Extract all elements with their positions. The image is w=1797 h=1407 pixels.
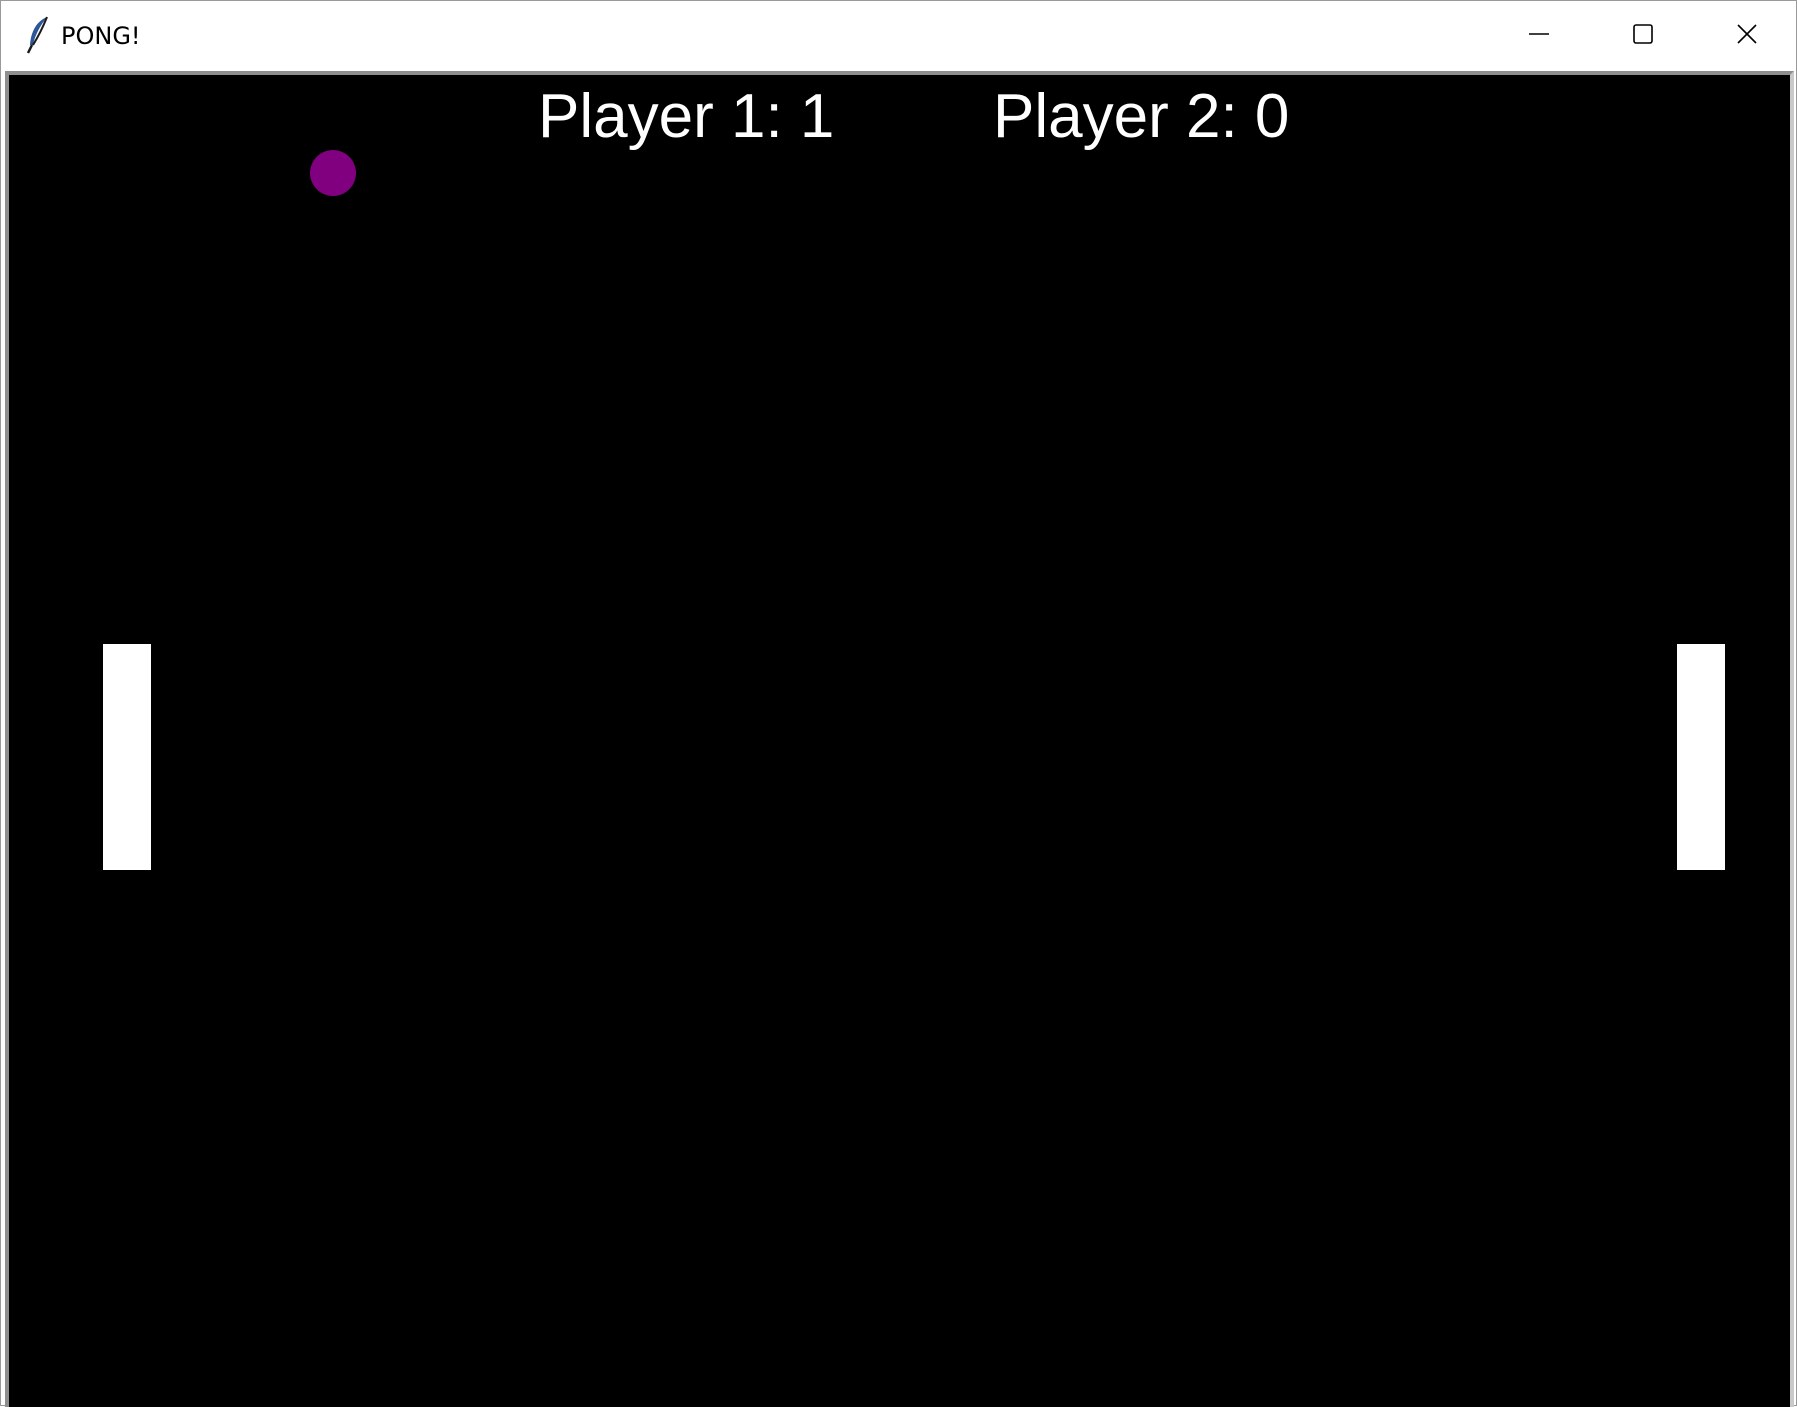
minimize-icon [1528, 23, 1550, 45]
minimize-button[interactable] [1493, 9, 1585, 59]
maximize-button[interactable] [1597, 9, 1689, 59]
player2-score: Player 2: 0 [993, 82, 1290, 151]
close-button[interactable] [1701, 9, 1793, 59]
player1-score: Player 1: 1 [538, 82, 835, 151]
right-paddle [1677, 644, 1725, 870]
left-paddle [103, 644, 151, 870]
game-canvas[interactable]: Player 1: 1 Player 2: 0 [13, 79, 1790, 1407]
feather-icon [25, 15, 51, 55]
maximize-icon [1632, 23, 1654, 45]
app-window: PONG! Player 1: 1 Player 2: 0 [0, 0, 1797, 1407]
ball [310, 150, 356, 196]
title-bar[interactable]: PONG! [1, 1, 1796, 71]
window-title: PONG! [61, 22, 141, 50]
canvas-frame: Player 1: 1 Player 2: 0 [5, 71, 1794, 1407]
close-icon [1736, 23, 1758, 45]
